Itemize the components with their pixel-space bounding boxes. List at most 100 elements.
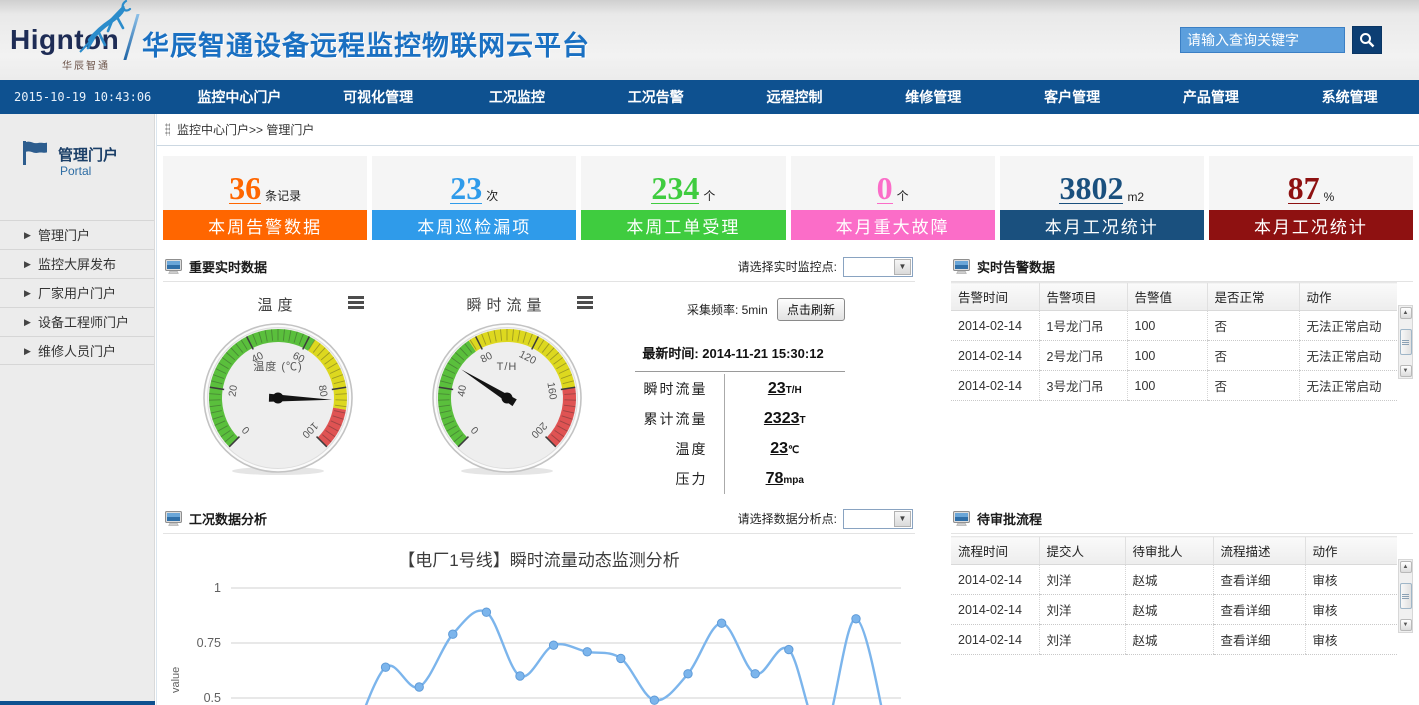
- scroll-thumb[interactable]: [1400, 583, 1412, 609]
- reading-row: 压力78mpa: [621, 464, 845, 494]
- stat-unit: %: [1324, 190, 1335, 204]
- analysis-point-select[interactable]: ▼: [843, 509, 913, 529]
- table-row: 2014-02-143号龙门吊100否无法正常启动: [951, 371, 1397, 401]
- column-header: 是否正常: [1207, 283, 1299, 311]
- reading-row: 温度23℃: [621, 434, 845, 464]
- monitor-point-select[interactable]: ▼: [843, 257, 913, 277]
- stat-value-area: 23次: [372, 156, 576, 210]
- main-content: 监控中心门户>> 管理门户 36条记录本周告警数据23次本周巡检漏项234个本周…: [156, 114, 1419, 705]
- table-cell[interactable]: 查看详细: [1213, 565, 1305, 595]
- table-cell: 赵城: [1125, 595, 1213, 625]
- nav-menu: 监控中心门户可视化管理工况监控工况告警远程控制维修管理客户管理产品管理系统管理: [170, 80, 1419, 114]
- scroll-down-icon[interactable]: ▼: [1400, 619, 1412, 631]
- table-cell: 100: [1127, 341, 1207, 371]
- nav-item-4[interactable]: 工况告警: [586, 80, 725, 114]
- sidebar-item-label: 监控大屏发布: [38, 257, 116, 272]
- refresh-button[interactable]: 点击刷新: [777, 298, 845, 321]
- section-title: 重要实时数据: [189, 257, 267, 276]
- scroll-up-icon[interactable]: ▲: [1400, 561, 1412, 573]
- table-cell: 否: [1207, 311, 1299, 341]
- nav-item-7[interactable]: 客户管理: [1003, 80, 1142, 114]
- scroll-down-icon[interactable]: ▼: [1400, 365, 1412, 377]
- table-cell[interactable]: 查看详细: [1213, 625, 1305, 655]
- stat-value-link[interactable]: 87: [1288, 173, 1320, 204]
- table-cell: 100: [1127, 371, 1207, 401]
- table-cell[interactable]: 审核: [1305, 595, 1397, 625]
- approvals-table: 流程时间提交人待审批人流程描述动作2014-02-14刘洋赵城查看详细审核201…: [951, 536, 1397, 655]
- stat-value-link[interactable]: 0: [877, 173, 893, 204]
- scrollbar[interactable]: ▲ ▼: [1398, 559, 1413, 633]
- flow-line-chart: 10.750.5value: [163, 568, 908, 705]
- nav-timestamp: 2015-10-19 10:43:06: [14, 80, 151, 114]
- scrollbar[interactable]: ▲ ▼: [1398, 305, 1413, 379]
- nav-item-3[interactable]: 工况监控: [448, 80, 587, 114]
- chevron-down-icon[interactable]: ▼: [894, 511, 911, 527]
- arrow-right-icon: ▶: [24, 221, 31, 250]
- scroll-up-icon[interactable]: ▲: [1400, 307, 1412, 319]
- breadcrumb[interactable]: 监控中心门户>> 管理门户: [177, 121, 314, 138]
- alarms-table-wrap: 告警时间告警项目告警值是否正常动作2014-02-141号龙门吊100否无法正常…: [951, 282, 1413, 401]
- gauge-title: 瞬时流量: [466, 297, 546, 314]
- alarms-section-header: 实时告警数据: [951, 254, 1413, 282]
- svg-text:0.5: 0.5: [204, 691, 221, 705]
- realtime-body: 温度 020406080100温度 (℃) 瞬时流量 0408012016020…: [163, 282, 915, 506]
- sidebar-item-label: 厂家用户门户: [38, 286, 116, 301]
- table-cell: 2014-02-14: [951, 565, 1039, 595]
- alarms-body: 告警时间告警项目告警值是否正常动作2014-02-141号龙门吊100否无法正常…: [951, 282, 1413, 506]
- section-title: 待审批流程: [977, 509, 1042, 528]
- table-cell: 3号龙门吊: [1039, 371, 1127, 401]
- flow-gauge: 04080120160200T/H: [429, 320, 585, 476]
- table-cell: 100: [1127, 311, 1207, 341]
- sidebar-item-2[interactable]: ▶监控大屏发布: [0, 249, 154, 278]
- latest-time-label: 最新时间: 2014-11-21 15:30:12: [621, 343, 845, 362]
- arrow-right-icon: ▶: [24, 337, 31, 366]
- reading-row: 瞬时流量23T/H: [621, 374, 845, 404]
- search-button[interactable]: [1352, 26, 1382, 54]
- table-cell[interactable]: 审核: [1305, 565, 1397, 595]
- table-cell[interactable]: 查看详细: [1213, 595, 1305, 625]
- scroll-thumb[interactable]: [1400, 329, 1412, 355]
- column-header: 待审批人: [1125, 537, 1213, 565]
- chart-menu-icon[interactable]: [348, 296, 364, 311]
- sidebar-item-1[interactable]: ▶管理门户: [0, 220, 154, 249]
- stat-value-link[interactable]: 3802: [1059, 173, 1123, 204]
- stat-value-link[interactable]: 36: [229, 173, 261, 204]
- stat-value-link[interactable]: 23: [450, 173, 482, 204]
- sidebar-item-4[interactable]: ▶设备工程师门户: [0, 307, 154, 336]
- stat-unit: 个: [897, 187, 909, 204]
- chart-menu-icon[interactable]: [577, 296, 593, 311]
- reading-value-cell: 78mpa: [724, 464, 845, 494]
- nav-item-1[interactable]: 监控中心门户: [170, 80, 309, 114]
- table-cell[interactable]: 审核: [1305, 625, 1397, 655]
- readings-table: 瞬时流量23T/H累计流量2323T温度23℃压力78mpa: [621, 374, 845, 494]
- stat-label: 本周工单受理: [581, 210, 785, 240]
- nav-item-5[interactable]: 远程控制: [725, 80, 864, 114]
- stat-value-area: 0个: [791, 156, 995, 210]
- table-cell: 1号龙门吊: [1039, 311, 1127, 341]
- reading-unit: T: [800, 415, 806, 426]
- nav-item-9[interactable]: 系统管理: [1280, 80, 1419, 114]
- table-cell: 无法正常启动: [1299, 341, 1397, 371]
- table-cell: 2014-02-14: [951, 595, 1039, 625]
- stat-value-link[interactable]: 234: [651, 173, 699, 204]
- nav-item-6[interactable]: 维修管理: [864, 80, 1003, 114]
- alarms-table: 告警时间告警项目告警值是否正常动作2014-02-141号龙门吊100否无法正常…: [951, 282, 1397, 401]
- search-icon: [1359, 32, 1375, 48]
- chevron-down-icon[interactable]: ▼: [894, 259, 911, 275]
- sidebar-item-5[interactable]: ▶维修人员门户: [0, 336, 154, 365]
- table-cell: 否: [1207, 371, 1299, 401]
- table-cell: 刘洋: [1039, 625, 1125, 655]
- nav-item-2[interactable]: 可视化管理: [309, 80, 448, 114]
- column-header: 告警时间: [951, 283, 1039, 311]
- main-nav: 2015-10-19 10:43:06 监控中心门户可视化管理工况监控工况告警远…: [0, 80, 1419, 114]
- stat-value-area: 3802m2: [1000, 156, 1204, 210]
- sidebar: 管理门户 Portal ▶管理门户▶监控大屏发布▶厂家用户门户▶设备工程师门户▶…: [0, 114, 155, 705]
- table-cell: 2014-02-14: [951, 625, 1039, 655]
- arrow-right-icon: ▶: [24, 279, 31, 308]
- sidebar-item-3[interactable]: ▶ 厂家用户门户: [0, 278, 154, 307]
- search-input[interactable]: [1180, 27, 1345, 53]
- stat-card-2: 23次本周巡检漏项: [372, 156, 576, 240]
- analysis-section-header: 工况数据分析 请选择数据分析点: ▼: [163, 506, 915, 534]
- svg-text:0.75: 0.75: [197, 636, 221, 650]
- nav-item-8[interactable]: 产品管理: [1141, 80, 1280, 114]
